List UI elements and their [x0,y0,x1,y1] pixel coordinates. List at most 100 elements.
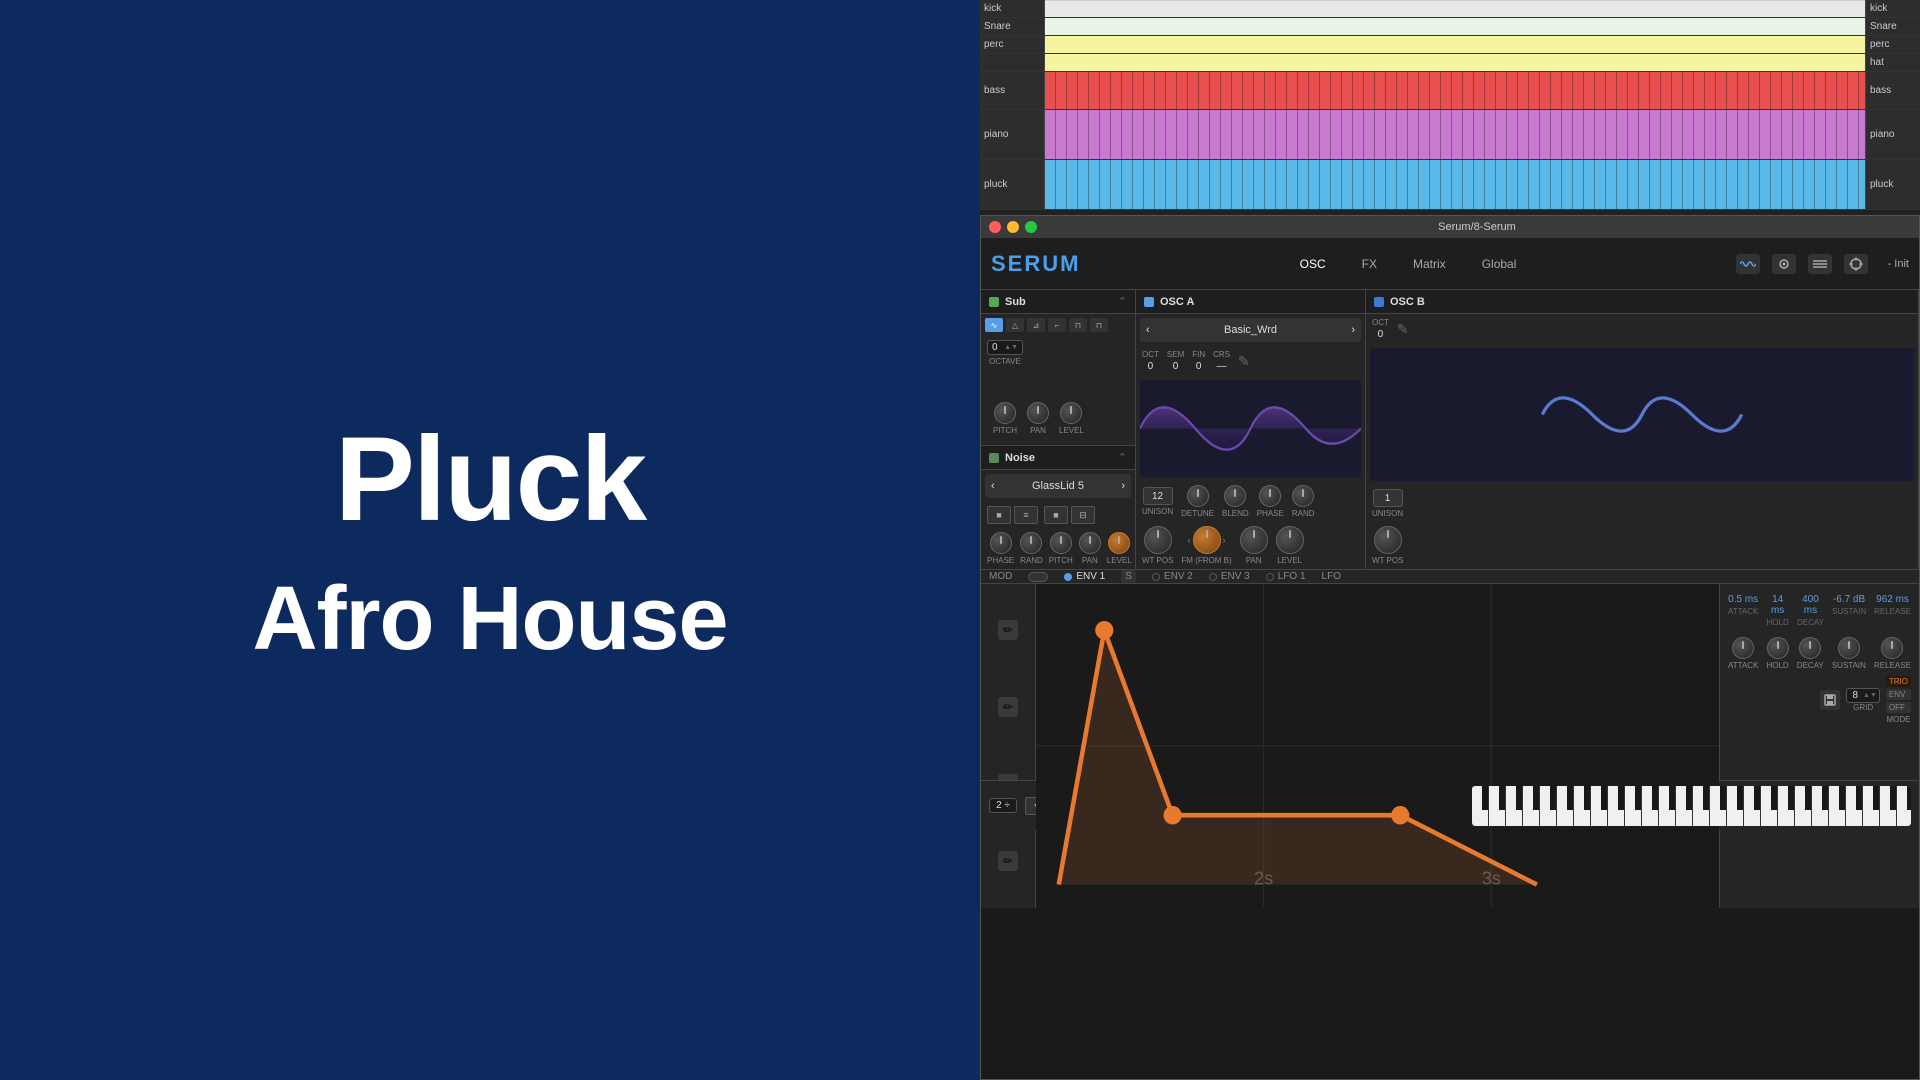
sub-pan-knob[interactable] [1027,402,1049,424]
noise-preset-selector[interactable]: ‹ GlassLid 5 › [985,474,1131,498]
off-btn[interactable]: OFF [1886,702,1911,713]
osc-a-oct-label: OCT [1142,350,1159,359]
osc-a-phase-knob[interactable] [1259,485,1281,507]
minimize-button[interactable] [1007,221,1019,233]
pencil-tool-1[interactable]: ✏ [998,620,1018,640]
env-tab-env2[interactable]: ENV 2 [1152,571,1193,582]
noise-prev-btn[interactable]: ‹ [991,480,995,492]
env-grid-counter[interactable]: 8 ▲▼ [1846,688,1879,703]
env-decay-knob[interactable] [1799,637,1821,659]
env-save-btn[interactable] [1820,690,1840,710]
wave-sine[interactable]: ∿ [985,318,1003,332]
track-content-perc[interactable] [1045,36,1865,53]
osc-a-fm-next[interactable]: › [1223,535,1226,545]
master-oct-display[interactable]: 2 ÷ [989,798,1017,813]
osc-a-detune-knob[interactable] [1187,485,1209,507]
track-content-bass[interactable] [1045,72,1865,109]
track-label-bass: bass [980,72,1045,109]
env1-s-btn[interactable]: S [1121,570,1136,583]
track-label-right-kick: kick [1865,0,1920,17]
env-hold-knob[interactable] [1767,637,1789,659]
wave-pulse[interactable]: ⊓ [1090,318,1108,332]
osc-a-level-knob[interactable] [1276,526,1304,554]
osc-a-level-group: LEVEL [1276,526,1304,565]
env-attack-knob[interactable] [1732,637,1754,659]
env-tab-env3[interactable]: ENV 3 [1209,571,1250,582]
env-sustain-knob-group: SUSTAIN [1832,637,1866,670]
noise-level-knob[interactable] [1108,532,1130,554]
pencil-tool-2[interactable]: ✏ [998,697,1018,717]
noise-pan-knob[interactable] [1079,532,1101,554]
sub-knobs-row: PITCH PAN LEVEL [987,398,1090,439]
octave-stepper[interactable]: ▲▼ [1004,344,1018,351]
osc-a-edit-icon[interactable]: ✎ [1238,353,1250,370]
osc-a-blend-group: BLEND [1222,485,1249,518]
env-sustain-knob[interactable] [1838,637,1860,659]
piano-keyboard[interactable] [1472,786,1911,826]
waveform-icon[interactable] [1736,254,1760,274]
noise-next-btn[interactable]: › [1121,480,1125,492]
osc-a-next-btn[interactable]: › [1351,324,1355,336]
osc-a-pan-group: PAN [1240,526,1268,565]
wave-tri[interactable]: △ [1006,318,1024,332]
osc-a-dot[interactable] [1144,297,1154,307]
grid-stepper[interactable]: ▲▼ [1863,692,1879,699]
osc-a-prev-btn[interactable]: ‹ [1146,324,1150,336]
noise-pitch-knob[interactable] [1050,532,1072,554]
track-content-kick[interactable] [1045,0,1865,17]
osc-b-unison-counter[interactable]: 1 [1373,489,1403,507]
env-tab-lfo1[interactable]: LFO 1 [1266,571,1306,582]
noise-btn3[interactable]: ■ [1044,506,1068,524]
maximize-button[interactable] [1025,221,1037,233]
wave-saw[interactable]: ⊿ [1027,318,1045,332]
osc-a-pan-knob[interactable] [1240,526,1268,554]
noise-btn1[interactable]: ■ [987,506,1011,524]
track-content-pluck[interactable] [1045,160,1865,209]
osc-a-rand-knob[interactable] [1292,485,1314,507]
track-content-hat[interactable] [1045,54,1865,71]
osc-a-fm-prev[interactable]: ‹ [1188,535,1191,545]
track-content-piano[interactable] [1045,110,1865,159]
env-tab-env1[interactable]: ENV 1 [1064,571,1105,582]
pencil-tool-4[interactable]: ✏ [998,851,1018,871]
wave-ramp[interactable]: ⌐ [1048,318,1066,332]
settings-icon[interactable] [1772,254,1796,274]
close-button[interactable] [989,221,1001,233]
noise-enabled-dot[interactable] [989,453,999,463]
env-btn[interactable]: ENV [1886,689,1911,700]
osc-a-blend-knob[interactable] [1224,485,1246,507]
osc-a-wtpos-knob[interactable] [1144,526,1172,554]
env-toggle[interactable] [1028,572,1048,582]
noise-btn4[interactable]: ⊟ [1071,506,1095,524]
wave-square[interactable]: ⊓ [1069,318,1087,332]
menu-icon[interactable] [1808,254,1832,274]
osc-b-wtpos-knob[interactable] [1374,526,1402,554]
sub-pitch-knob[interactable] [994,402,1016,424]
mod-label: MOD [989,571,1012,582]
noise-phase-knob[interactable] [990,532,1012,554]
nav-tab-global[interactable]: Global [1474,253,1525,275]
env-tab-lfo[interactable]: LFO [1322,571,1341,582]
noise-rand-knob[interactable] [1020,532,1042,554]
sub-octave-val[interactable]: 0 ▲▼ [987,340,1023,355]
osc-a-unison-counter[interactable]: 12 [1143,487,1173,505]
env-release-knob[interactable] [1881,637,1903,659]
sub-level-knob[interactable] [1060,402,1082,424]
osc-a-oct-group: OCT 0 [1142,350,1159,372]
nav-tab-matrix[interactable]: Matrix [1405,253,1454,275]
noise-collapse-icon[interactable]: ⌃ [1118,451,1127,464]
noise-btn2[interactable]: ≡ [1014,506,1038,524]
track-content-snare[interactable] [1045,18,1865,35]
nav-tab-fx[interactable]: FX [1354,253,1385,275]
osc-a-waveform-selector[interactable]: ‹ Basic_Wrd › [1140,318,1361,342]
sub-enabled-dot[interactable] [989,297,999,307]
trig-btn[interactable]: TRIO [1886,676,1911,687]
sub-collapse-icon[interactable]: ⌃ [1118,295,1127,308]
nav-tab-osc[interactable]: OSC [1292,253,1334,275]
env-tab-mod[interactable]: MOD [989,571,1012,582]
osc-b-edit-icon[interactable]: ✎ [1397,321,1409,338]
osc-a-fm-knob[interactable] [1193,526,1221,554]
target-icon[interactable] [1844,254,1868,274]
osc-b-dot[interactable] [1374,297,1384,307]
track-label-right-hat: hat [1865,54,1920,71]
